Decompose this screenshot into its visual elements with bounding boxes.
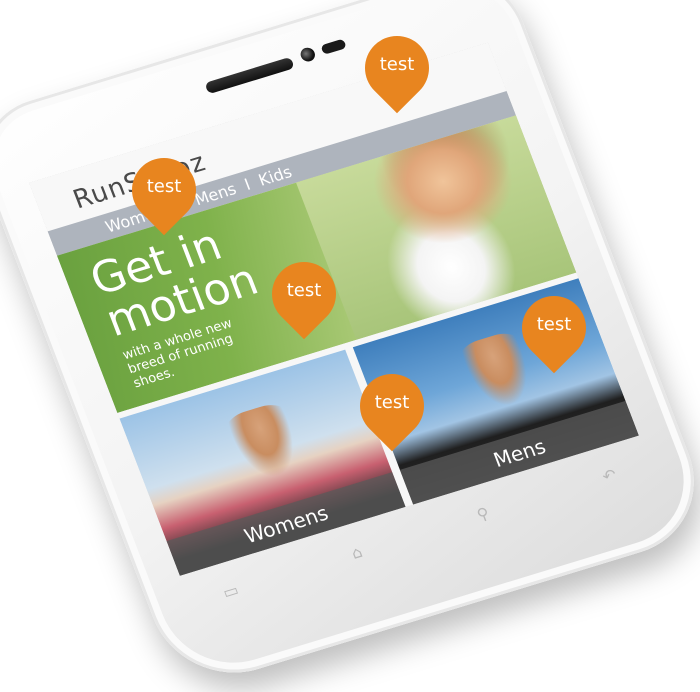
pin-label: test [536, 314, 572, 335]
test-pin[interactable]: test [346, 360, 438, 454]
test-pin[interactable]: test [351, 22, 443, 116]
test-pin[interactable]: test [258, 248, 350, 342]
test-pin[interactable]: test [508, 282, 600, 376]
pin-label: test [374, 392, 410, 413]
test-pin[interactable]: test [118, 144, 210, 238]
pin-label: test [379, 54, 415, 75]
pin-label: test [146, 176, 182, 197]
phone-device: RunShooz Womens I Mens I Kids Get in mot… [0, 0, 700, 692]
pin-label: test [286, 280, 322, 301]
